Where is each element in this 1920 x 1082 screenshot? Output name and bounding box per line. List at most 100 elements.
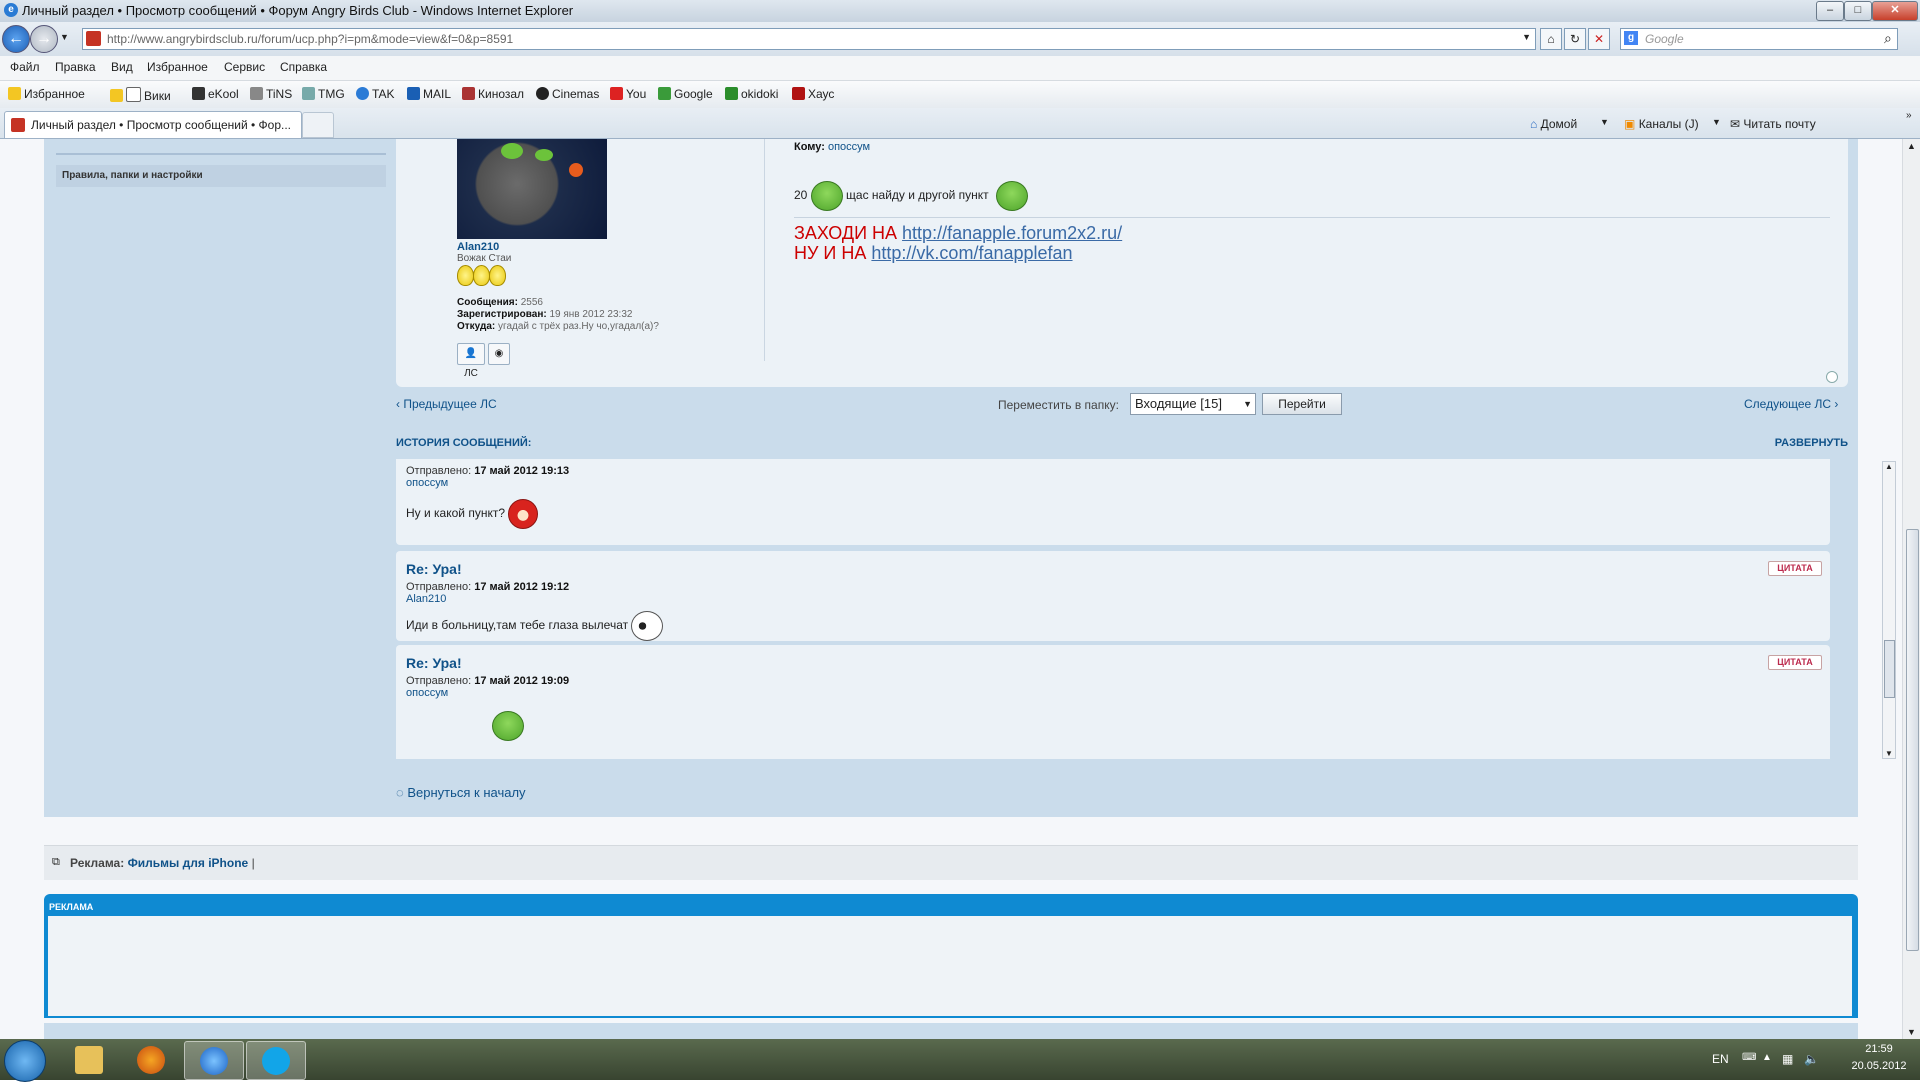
address-dropdown-icon[interactable]: ▼ [1522,32,1531,42]
feeds-command[interactable]: ▣ Каналы (J) [1624,117,1699,131]
tab-active[interactable]: Личный раздел • Просмотр сообщений • Фор… [4,111,302,138]
close-button[interactable]: ✕ [1872,1,1918,21]
rss-icon: ▣ [1624,117,1636,131]
circle-arrow-icon: ◌ [396,785,404,800]
next-pm-link[interactable]: Следующее ЛС › [1744,397,1838,411]
message-subject[interactable]: Re: Ура! [406,655,462,671]
previous-pm-link[interactable]: ‹ Предыдущее ЛС [396,397,497,411]
home-command[interactable]: ⌂ Домой [1530,117,1577,131]
refresh-icon[interactable]: ↻ [1564,28,1586,50]
page-scrollbar[interactable]: ▲ ▼ [1902,139,1920,1039]
page-footer [44,1023,1858,1039]
address-url: http://www.angrybirdsclub.ru/forum/ucp.p… [107,32,514,46]
fav-link-tmg[interactable]: TMG [302,87,345,101]
fav-link-okidoki[interactable]: okidoki [725,87,778,101]
quote-button[interactable]: ЦИТАТА [1768,561,1822,576]
home-dropdown-icon[interactable]: ▼ [1600,117,1609,127]
fav-link-wiki[interactable]: Вики [110,87,171,103]
go-button[interactable]: Перейти [1262,393,1342,415]
taskbar-firefox[interactable] [122,1041,180,1078]
ad-link[interactable]: Фильмы для iPhone [128,856,249,870]
signature-line-1: ЗАХОДИ НА http://fanapple.forum2x2.ru/ [794,223,1123,243]
start-button[interactable] [4,1040,46,1082]
fav-link-mail[interactable]: MAIL [407,87,451,101]
main-panel: Правила, папки и настройки Alan210 Вожак… [44,139,1896,817]
keyboard-icon[interactable]: ⌨ [1742,1052,1756,1063]
sidebar-item-rules[interactable]: Правила, папки и настройки [56,165,386,187]
favorites-button[interactable]: Избранное [8,87,85,101]
clock[interactable]: 21:59 20.05.2012 [1844,1041,1914,1075]
feeds-dropdown-icon[interactable]: ▼ [1712,117,1721,127]
minimize-button[interactable]: – [1816,1,1844,21]
menu-file[interactable]: Файл [10,60,40,74]
search-icon[interactable]: ⌕ [1884,30,1892,47]
fav-link-youtube[interactable]: You [610,87,646,101]
menu-tools[interactable]: Сервис [224,60,265,74]
signature-link-vk[interactable]: http://vk.com/fanapplefan [871,243,1072,263]
taskbar-internet-explorer[interactable] [184,1041,244,1080]
menu-help[interactable]: Справка [280,60,327,74]
tray-expand-icon[interactable]: ▲ [1762,1052,1772,1063]
scroll-down-icon[interactable]: ▼ [1885,749,1893,758]
message-author[interactable]: опоссум [406,687,448,699]
fav-link-google[interactable]: Google [658,87,713,101]
back-to-top-link[interactable]: ◌ Вернуться к началу [396,785,526,800]
scroll-down-icon[interactable]: ▼ [1907,1027,1916,1037]
language-indicator[interactable]: EN [1712,1052,1729,1066]
favorites-bar: Избранное Вики eKool TiNS TMG TAK MAIL К… [0,81,1920,109]
toolbar-chevron-icon[interactable]: » [1906,110,1912,121]
tmg-icon [302,87,315,100]
pig-smiley-icon [810,181,843,211]
scroll-up-icon[interactable]: ▲ [1907,141,1916,151]
history-dropdown-icon[interactable]: ▼ [60,32,69,42]
user-icon: 👤 [464,348,478,359]
network-icon[interactable]: ▦ [1782,1052,1793,1066]
message-author[interactable]: опоссум [406,477,448,489]
signature-link-forum[interactable]: http://fanapple.forum2x2.ru/ [902,223,1122,243]
pig-smiley-icon [492,711,524,741]
folder-select[interactable]: Входящие [15] ▼ [1130,393,1256,415]
history-scroll-thumb[interactable] [1884,640,1895,698]
message-author[interactable]: Alan210 [406,593,446,605]
compatibility-view-icon[interactable]: ⌂ [1540,28,1562,50]
fav-link-tak[interactable]: TAK [356,87,394,101]
fav-link-house[interactable]: Хаус [792,87,834,101]
read-mail-command[interactable]: ✉ Читать почту [1730,117,1816,131]
taskbar-explorer[interactable] [60,1041,118,1078]
fav-link-cinemas[interactable]: Cinemas [536,87,599,101]
scroll-up-icon[interactable]: ▲ [1885,462,1893,471]
back-to-top-icon[interactable] [1826,371,1838,383]
post-divider [764,139,765,361]
page-scroll-thumb[interactable] [1906,529,1919,951]
send-pm-button[interactable]: 👤ЛС [457,343,485,379]
new-tab-button[interactable] [302,112,334,138]
message-body: Ну и какой пункт? [406,499,539,529]
taskbar-skype[interactable] [246,1041,306,1080]
move-to-folder-label: Переместить в папку: [998,398,1119,412]
author-name[interactable]: Alan210 [457,241,499,253]
menu-favorites[interactable]: Избранное [147,60,208,74]
maximize-button[interactable]: □ [1844,1,1872,21]
fav-link-ekool[interactable]: eKool [192,87,239,101]
volume-icon[interactable]: 🔈 [1804,1052,1819,1066]
private-message-post: Alan210 Вожак Стаи Сообщения: 2556 Зарег… [396,139,1848,387]
firefox-icon [137,1046,165,1074]
address-bar[interactable]: http://www.angrybirdsclub.ru/forum/ucp.p… [82,28,1536,50]
back-button[interactable]: ← [2,25,30,53]
fav-link-kinozal[interactable]: Кинозал [462,87,524,101]
fav-link-tins[interactable]: TiNS [250,87,292,101]
search-box[interactable]: g Google [1620,28,1898,50]
website-button[interactable]: ◉ [488,343,510,365]
page-content: Правила, папки и настройки Alan210 Вожак… [0,139,1902,1039]
menu-view[interactable]: Вид [111,60,133,74]
folder-icon [75,1046,103,1074]
expand-history-link[interactable]: РАЗВЕРНУТЬ [1775,437,1848,449]
stop-icon[interactable]: ✕ [1588,28,1610,50]
history-scrollbar[interactable]: ▲ ▼ [1882,461,1896,759]
sidebar-divider [56,153,386,155]
forward-button[interactable]: → [30,25,58,53]
message-subject[interactable]: Re: Ура! [406,561,462,577]
youtube-icon [610,87,623,100]
menu-edit[interactable]: Правка [55,60,96,74]
quote-button[interactable]: ЦИТАТА [1768,655,1822,670]
